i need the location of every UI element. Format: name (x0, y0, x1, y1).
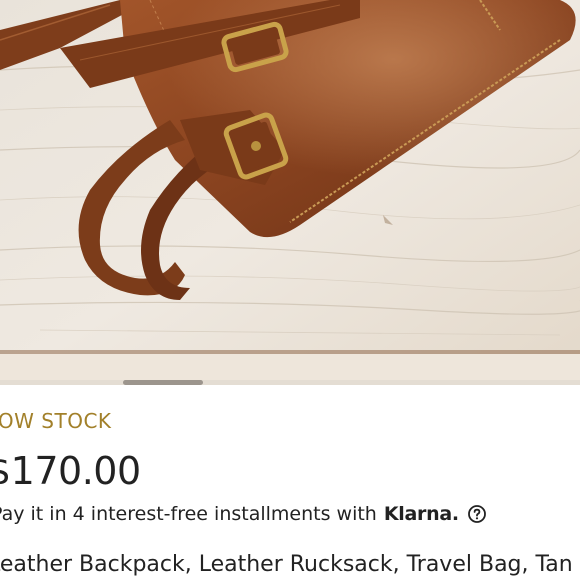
installments-text: Pay it in 4 interest-free installments w… (0, 503, 377, 525)
question-circle-icon[interactable] (467, 505, 486, 523)
product-price: $170.00 (0, 449, 141, 493)
product-title: Leather Backpack, Leather Rucksack, Trav… (0, 552, 573, 577)
stock-status-badge: LOW STOCK (0, 409, 112, 433)
product-image[interactable] (0, 0, 580, 385)
product-page: LOW STOCK $170.00 Pay it in 4 interest-f… (0, 0, 580, 580)
klarna-logo: Klarna. (383, 503, 459, 525)
carousel-scrollbar[interactable] (0, 380, 580, 385)
backpack-photo (0, 0, 580, 385)
carousel-scrollbar-thumb[interactable] (123, 380, 203, 385)
klarna-installments: Pay it in 4 interest-free installments w… (0, 503, 486, 525)
